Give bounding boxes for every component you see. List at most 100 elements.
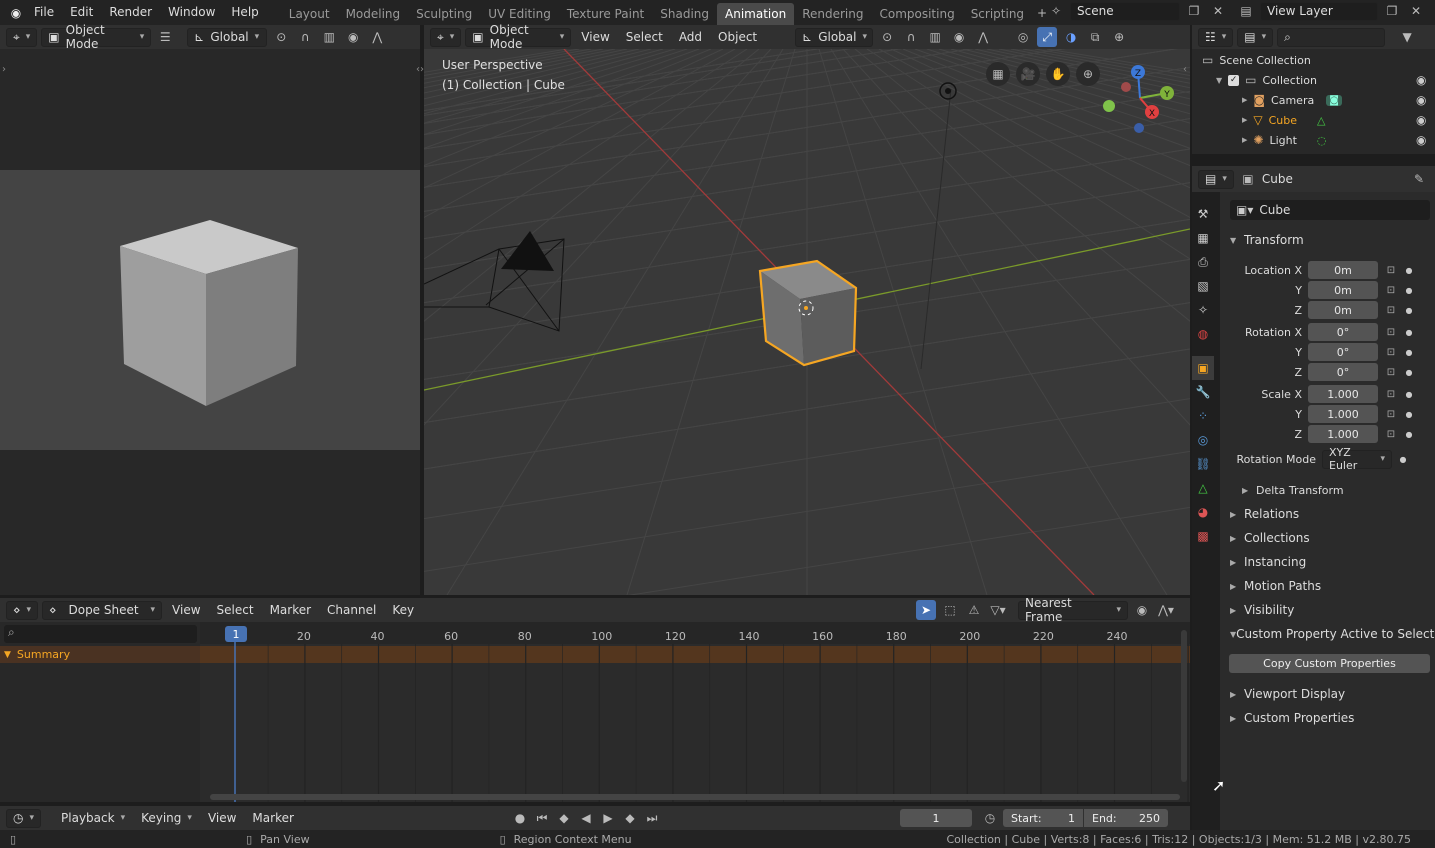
transform-panel-header[interactable]: ▼ Transform (1220, 228, 1304, 252)
dopesheet-horizontal-scrollbar[interactable] (210, 794, 1180, 800)
falloff-icon[interactable]: ⋀ (367, 27, 387, 47)
copy-custom-properties-button[interactable]: Copy Custom Properties (1229, 654, 1430, 673)
hamburger-icon[interactable]: ☰ (155, 27, 175, 47)
data-tab-icon[interactable]: △ (1192, 476, 1214, 500)
delta-transform-header[interactable]: ▶ Delta Transform (1232, 478, 1344, 502)
dopesheet-vertical-scrollbar[interactable] (1181, 630, 1187, 782)
editor-type-dropdown[interactable]: ⌖ ▾ (6, 27, 38, 47)
scene-tab-icon[interactable]: ✧ (1192, 298, 1214, 322)
view-layer-icon[interactable]: ▤ (1236, 1, 1256, 21)
scale-z-keyframe-icon[interactable]: ● (1404, 430, 1414, 439)
outliner-search-input[interactable]: ⌕ (1277, 27, 1386, 47)
scale-y-field[interactable]: 1.000 (1308, 405, 1378, 423)
preview-range-icon[interactable]: ◷ (980, 808, 1000, 828)
expand-cube-icon[interactable]: ▶ (1242, 116, 1247, 124)
rotation-x-keyframe-icon[interactable]: ● (1404, 328, 1414, 337)
close-view-layer-icon[interactable]: ✕ (1406, 1, 1426, 21)
only-selected-icon[interactable]: ➤ (916, 600, 936, 620)
dopesheet-menu-key[interactable]: Key (386, 600, 420, 620)
zoom-icon[interactable]: ⊕ (1076, 62, 1100, 86)
viewport-falloff-icon[interactable]: ⋀ (973, 27, 993, 47)
collection-visibility-eye-icon[interactable]: ◉ (1416, 73, 1426, 87)
overlay-toggle-icon[interactable]: ◑ (1061, 27, 1081, 47)
viewport-menu-object[interactable]: Object (712, 27, 763, 47)
shading-wireframe-icon[interactable]: ⊕ (1109, 27, 1129, 47)
texture-tab-icon[interactable]: ▩ (1192, 524, 1214, 548)
collections-header[interactable]: ▶ Collections (1220, 526, 1310, 550)
rotation-y-lock-icon[interactable]: ⊡ (1384, 347, 1398, 358)
prev-keyframe-icon[interactable]: ◆ (554, 808, 574, 828)
location-z-keyframe-icon[interactable]: ● (1404, 306, 1414, 315)
motion-paths-header[interactable]: ▶ Motion Paths (1220, 574, 1321, 598)
dopesheet-menu-view[interactable]: View (166, 600, 206, 620)
location-y-field[interactable]: 0m (1308, 281, 1378, 299)
snap-target-icon[interactable]: ▥ (319, 27, 339, 47)
dopesheet-menu-select[interactable]: Select (211, 600, 260, 620)
mesh-data-icon[interactable]: △ (1317, 114, 1325, 127)
tab-compositing[interactable]: Compositing (871, 3, 962, 25)
current-frame-indicator[interactable]: 1 (225, 626, 247, 642)
custom-properties-header[interactable]: ▶ Custom Properties (1220, 706, 1354, 730)
play-reverse-icon[interactable]: ◀ (576, 808, 596, 828)
physics-tab-icon[interactable]: ◎ (1192, 428, 1214, 452)
light-data-icon[interactable]: ◌ (1317, 134, 1327, 147)
menu-window[interactable]: Window (160, 0, 223, 25)
scene-icon[interactable]: ✧ (1046, 1, 1066, 21)
jump-start-icon[interactable]: ⏮ (532, 808, 552, 828)
gizmo-toggle-icon[interactable]: ⤢ (1037, 27, 1058, 47)
menu-help[interactable]: Help (223, 0, 266, 25)
scene-collection-row[interactable]: ▭ Scene Collection (1202, 53, 1311, 67)
viewport-proportional-icon[interactable]: ◉ (949, 27, 969, 47)
instancing-header[interactable]: ▶ Instancing (1220, 550, 1306, 574)
menu-edit[interactable]: Edit (62, 0, 101, 25)
tool-tab-icon[interactable]: ⚒ (1192, 202, 1214, 226)
viewport-orientation-dropdown[interactable]: ⊾ Global ▾ (795, 27, 874, 47)
close-scene-icon[interactable]: ✕ (1208, 1, 1228, 21)
expand-collection-icon[interactable]: ▼ (1216, 76, 1222, 85)
collection-checkbox-icon[interactable]: ✓ (1228, 74, 1240, 86)
menu-render[interactable]: Render (101, 0, 160, 25)
location-y-keyframe-icon[interactable]: ● (1404, 286, 1414, 295)
scale-x-lock-icon[interactable]: ⊡ (1384, 389, 1398, 400)
expand-light-icon[interactable]: ▶ (1242, 136, 1247, 144)
viewport-mode-dropdown[interactable]: ▣ Object Mode ▾ (465, 23, 572, 51)
scale-z-lock-icon[interactable]: ⊡ (1384, 429, 1398, 440)
keying-menu[interactable]: Keying ▾ (135, 809, 198, 828)
outliner-editor-type[interactable]: ☷ ▾ (1198, 27, 1234, 47)
sidebar-expand-icon[interactable]: ‹ (1183, 64, 1187, 75)
viewport-editor-type[interactable]: ⌖ ▾ (430, 27, 462, 47)
tab-layout[interactable]: Layout (281, 3, 338, 25)
rotation-mode-dropdown[interactable]: XYZ Euler ▾ (1322, 446, 1392, 472)
pivot-icon[interactable]: ⊙ (271, 27, 291, 47)
tab-sculpting[interactable]: Sculpting (408, 3, 480, 25)
rotation-z-lock-icon[interactable]: ⊡ (1384, 367, 1398, 378)
outliner-item-light[interactable]: ▶ ✺ Light ◌ (1242, 133, 1327, 147)
location-x-field[interactable]: 0m (1308, 261, 1378, 279)
viewport-menu-select[interactable]: Select (620, 27, 669, 47)
record-icon[interactable]: ● (510, 808, 530, 828)
world-tab-icon[interactable]: ◍ (1192, 322, 1214, 346)
viewport-toolbar-expand-icon[interactable]: ‹› (416, 64, 424, 75)
rotation-x-field[interactable]: 0° (1308, 323, 1378, 341)
scale-x-field[interactable]: 1.000 (1308, 385, 1378, 403)
scale-x-keyframe-icon[interactable]: ● (1404, 390, 1414, 399)
modifier-tab-icon[interactable]: 🔧 (1192, 380, 1214, 404)
location-z-field[interactable]: 0m (1308, 301, 1378, 319)
end-frame-field[interactable]: End: 250 (1084, 809, 1168, 827)
location-x-lock-icon[interactable]: ⊡ (1384, 265, 1398, 276)
rotation-y-keyframe-icon[interactable]: ● (1404, 348, 1414, 357)
dopesheet-filter-icon[interactable]: ▽▾ (988, 600, 1008, 620)
viewport-display-header[interactable]: ▶ Viewport Display (1220, 682, 1345, 706)
summary-collapse-icon[interactable]: ▼ (4, 650, 11, 660)
show-hidden-icon[interactable]: ⬚ (940, 600, 960, 620)
dopesheet-mode-dropdown[interactable]: ⋄ Dope Sheet ▾ (42, 600, 163, 620)
play-icon[interactable]: ▶ (598, 808, 618, 828)
snap-dropdown[interactable]: Nearest Frame ▾ (1018, 596, 1128, 624)
scale-y-keyframe-icon[interactable]: ● (1404, 410, 1414, 419)
location-x-keyframe-icon[interactable]: ● (1404, 266, 1414, 275)
tab-scripting[interactable]: Scripting (963, 3, 1032, 25)
rotation-z-field[interactable]: 0° (1308, 363, 1378, 381)
pin-icon[interactable]: ✎ (1409, 169, 1429, 189)
viewport-3d[interactable] (424, 49, 1190, 595)
tab-uv-editing[interactable]: UV Editing (480, 3, 559, 25)
